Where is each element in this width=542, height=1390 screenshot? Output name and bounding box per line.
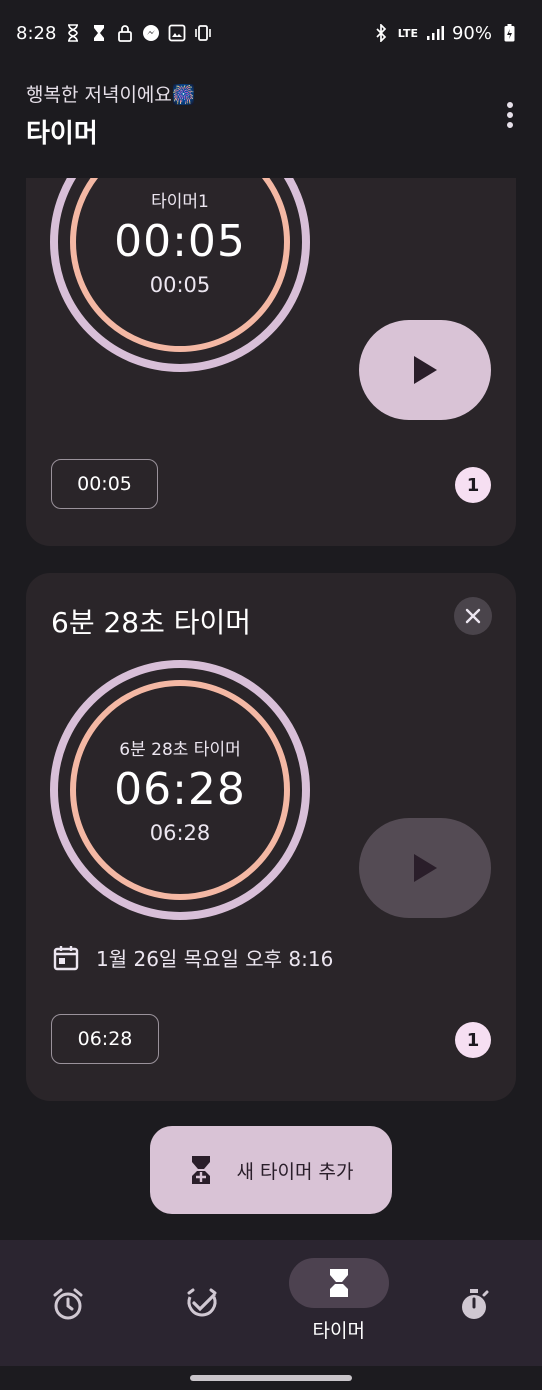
nav-alarm[interactable] [0, 1240, 136, 1366]
greeting-text: 행복한 저녁이에요🎆 [26, 84, 196, 106]
calendar-icon [53, 945, 79, 970]
play-button[interactable] [359, 818, 491, 918]
network-type: LTE [397, 26, 418, 40]
timer-count-badge: 1 [455, 467, 491, 503]
timer-remaining: 06:28 [114, 764, 246, 815]
dot-icon [507, 112, 513, 118]
messenger-icon [142, 24, 160, 42]
timer-label: 6분 28초 타이머 [119, 740, 241, 760]
play-icon [414, 854, 437, 882]
status-time: 8:28 [16, 22, 57, 44]
add-timer-icon [191, 1156, 210, 1184]
nav-icon-container [288, 1258, 389, 1308]
nav-icon-container [38, 1284, 98, 1324]
close-icon [465, 608, 481, 624]
nav-world-clock[interactable] [136, 1240, 272, 1366]
add-timer-button[interactable]: 새 타이머 추가 [150, 1126, 392, 1214]
nav-stopwatch[interactable] [407, 1240, 542, 1366]
timer-title: 6분 28초 타이머 [51, 606, 252, 639]
timer-total: 00:05 [149, 273, 211, 297]
hourglass-outline-icon [64, 24, 82, 42]
lock-icon [116, 24, 134, 42]
image-icon [168, 24, 186, 42]
vibrate-icon [194, 24, 212, 42]
play-button[interactable] [359, 320, 491, 420]
gesture-handle[interactable] [190, 1375, 352, 1381]
clock-check-icon [187, 1288, 217, 1317]
timer-total: 06:28 [149, 821, 211, 845]
battery-percent: 90% [451, 22, 492, 44]
app-header: 행복한 저녁이에요🎆 타이머 [26, 80, 196, 150]
signal-icon [426, 24, 444, 42]
status-bar: 8:28 LTE 90% [0, 0, 542, 66]
timer-remaining: 00:05 [114, 216, 246, 267]
more-options-button[interactable] [498, 98, 522, 132]
status-left: 8:28 [16, 23, 212, 44]
timer-dial-text: 6분 28초 타이머 06:28 06:28 [50, 660, 310, 920]
dot-icon [507, 122, 513, 128]
end-time-text: 1월 26일 목요일 오후 8:16 [96, 947, 334, 971]
timer-dial[interactable]: 6분 28초 타이머 06:28 06:28 [50, 660, 310, 920]
play-icon [414, 356, 437, 384]
dot-icon [507, 102, 513, 108]
timer-dial[interactable]: 타이머1 00:05 00:05 [50, 178, 310, 372]
timer-card: 6분 28초 타이머 6분 28초 타이머 06:28 06:28 1월 26일… [26, 573, 516, 1101]
timer-duration-chip[interactable]: 06:28 [51, 1014, 159, 1064]
timer-count-badge: 1 [455, 1022, 491, 1058]
page-title: 타이머 [26, 119, 98, 149]
nav-icon-container [444, 1284, 504, 1324]
battery-icon [500, 24, 518, 42]
nav-icon-container [173, 1284, 233, 1324]
delete-timer-button[interactable] [454, 597, 492, 635]
nav-timer[interactable]: 타이머 [271, 1240, 407, 1366]
timer-duration-chip[interactable]: 00:05 [51, 459, 158, 509]
hourglass-icon [329, 1269, 348, 1297]
stopwatch-icon [462, 1289, 489, 1319]
alarm-icon [53, 1288, 83, 1320]
hourglass-icon [90, 24, 108, 42]
timer-end-time: 1월 26일 목요일 오후 8:16 [52, 943, 333, 972]
bluetooth-icon [372, 24, 390, 42]
timer-label: 타이머1 [151, 192, 209, 212]
bottom-navigation: 타이머 [0, 1240, 542, 1366]
timer-dial-text: 타이머1 00:05 00:05 [50, 178, 310, 372]
timer-list[interactable]: 타이머1 00:05 00:05 00:05 1 6분 28초 타이머 6분 2… [0, 178, 542, 1240]
status-right: LTE 90% [372, 23, 518, 44]
timer-card: 타이머1 00:05 00:05 00:05 1 [26, 178, 516, 546]
nav-timer-label: 타이머 [312, 1320, 365, 1342]
add-timer-label: 새 타이머 추가 [236, 1160, 354, 1183]
